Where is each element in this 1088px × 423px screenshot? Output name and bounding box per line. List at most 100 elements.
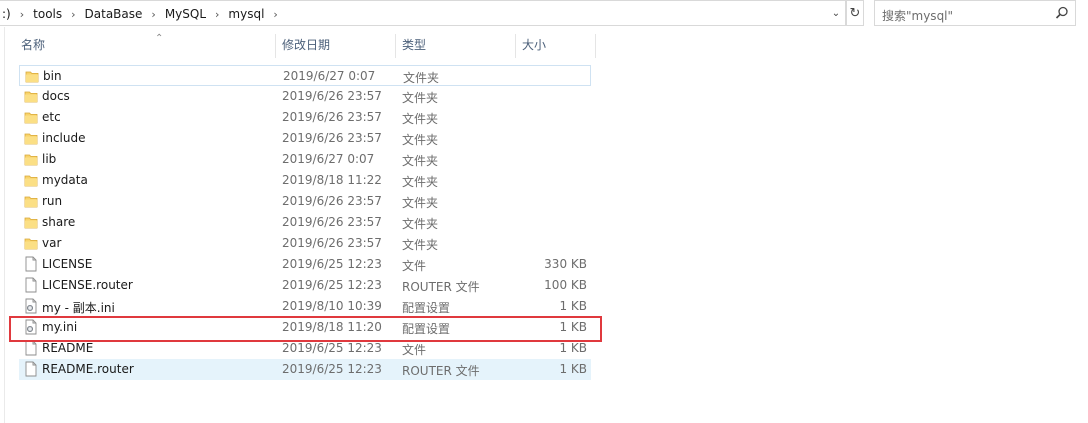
file-type: 文件夹 (402, 217, 439, 231)
column-header-type-label: 类型 (402, 38, 427, 52)
column-header-size[interactable]: 大小 (516, 34, 596, 58)
file-type: 文件夹 (402, 154, 439, 168)
file-name: my - 副本.ini (42, 301, 115, 315)
file-modified-date: 2019/6/26 23:57 (282, 236, 382, 250)
folder-icon (25, 68, 39, 84)
folder-icon (24, 88, 38, 104)
file-type: 文件夹 (402, 238, 439, 252)
file-modified-date: 2019/8/10 10:39 (282, 299, 382, 313)
file-modified-date: 2019/6/27 0:07 (282, 152, 375, 166)
breadcrumb-separator-icon[interactable]: › (208, 8, 226, 21)
file-name: LICENSE (42, 257, 93, 271)
file-type: 文件夹 (402, 175, 439, 189)
column-header-name-label: 名称 (21, 38, 46, 52)
file-row[interactable]: lib 2019/6/27 0:07 文件夹 (19, 149, 591, 170)
search-box[interactable]: 搜索"mysql" (874, 0, 1076, 26)
file-modified-date: 2019/6/26 23:57 (282, 110, 382, 124)
folder-icon (24, 109, 38, 125)
file-size: 1 KB (559, 299, 587, 313)
file-row[interactable]: var 2019/6/26 23:57 文件夹 (19, 233, 591, 254)
folder-icon (24, 130, 38, 146)
file-name: LICENSE.router (42, 278, 133, 292)
settings-file-icon (24, 298, 38, 314)
file-type: 文件夹 (403, 71, 440, 85)
file-row[interactable]: LICENSE.router 2019/6/25 12:23 ROUTER 文件 10… (19, 275, 591, 296)
folder-icon (24, 172, 38, 188)
file-modified-date: 2019/6/26 23:57 (282, 194, 382, 208)
file-name: run (42, 194, 63, 208)
file-row[interactable]: docs 2019/6/26 23:57 文件夹 (19, 86, 591, 107)
file-name: README (42, 341, 94, 355)
sort-ascending-icon: ⌃ (155, 33, 164, 44)
folder-icon (24, 235, 38, 251)
annotation-highlight-box (9, 316, 602, 342)
file-type: 文件夹 (402, 196, 439, 210)
folder-icon (24, 151, 38, 167)
file-icon (24, 361, 38, 377)
file-name: bin (43, 69, 62, 83)
navigation-pane-edge (0, 27, 5, 423)
address-bar[interactable]: :) › tools › DataBase › MySQL › mysql › … (0, 0, 846, 26)
column-header-size-label: 大小 (522, 38, 547, 52)
file-row[interactable]: my - 副本.ini 2019/8/10 10:39 配置设置 1 KB (19, 296, 591, 317)
breadcrumb-item-mysql[interactable]: mysql (226, 7, 266, 21)
column-header-date-label: 修改日期 (282, 38, 331, 52)
file-modified-date: 2019/6/25 12:23 (282, 278, 382, 292)
file-row[interactable]: share 2019/6/26 23:57 文件夹 (19, 212, 591, 233)
file-type: 文件夹 (402, 133, 439, 147)
file-modified-date: 2019/6/26 23:57 (282, 131, 382, 145)
file-type: 文件夹 (402, 112, 439, 126)
breadcrumb-separator-icon[interactable]: › (144, 8, 162, 21)
file-type: ROUTER 文件 (402, 280, 480, 294)
refresh-icon[interactable]: ↻ (846, 0, 864, 26)
file-type: 文件夹 (402, 91, 439, 105)
file-name: mydata (42, 173, 88, 187)
folder-icon (24, 214, 38, 230)
file-row[interactable]: run 2019/6/26 23:57 文件夹 (19, 191, 591, 212)
breadcrumb-item-mysql-parent[interactable]: MySQL (163, 7, 208, 21)
chevron-down-icon[interactable]: ⌄ (826, 1, 845, 25)
breadcrumb-item-tools[interactable]: tools (31, 7, 64, 21)
column-header-date[interactable]: 修改日期 (276, 34, 396, 58)
file-row[interactable]: bin 2019/6/27 0:07 文件夹 (19, 65, 591, 86)
column-header-name[interactable]: 名称 ⌃ (15, 33, 276, 58)
file-modified-date: 2019/8/18 11:22 (282, 173, 382, 187)
file-row[interactable]: include 2019/6/26 23:57 文件夹 (19, 128, 591, 149)
file-name: etc (42, 110, 61, 124)
search-input[interactable]: 搜索"mysql" (882, 7, 953, 24)
file-row[interactable]: LICENSE 2019/6/25 12:23 文件 330 KB (19, 254, 591, 275)
file-size: 330 KB (544, 257, 587, 271)
breadcrumb-separator-icon[interactable]: › (64, 8, 82, 21)
column-header-type[interactable]: 类型 (396, 34, 516, 58)
folder-icon (24, 193, 38, 209)
breadcrumb-item-database[interactable]: DataBase (83, 7, 145, 21)
file-modified-date: 2019/6/27 0:07 (283, 69, 376, 83)
file-modified-date: 2019/6/25 12:23 (282, 341, 382, 355)
file-name: include (42, 131, 86, 145)
file-row[interactable]: README.router 2019/6/25 12:23 ROUTER 文件 1 K… (19, 359, 591, 380)
breadcrumb-separator-icon[interactable]: › (13, 8, 31, 21)
file-icon (24, 256, 38, 272)
file-size: 1 KB (559, 362, 587, 376)
file-modified-date: 2019/6/25 12:23 (282, 257, 382, 271)
file-modified-date: 2019/6/26 23:57 (282, 215, 382, 229)
file-name: docs (42, 89, 70, 103)
search-icon[interactable] (1055, 6, 1069, 20)
file-name: var (42, 236, 62, 250)
file-icon (24, 340, 38, 356)
breadcrumb-item-root[interactable]: :) (0, 7, 13, 21)
file-row[interactable]: etc 2019/6/26 23:57 文件夹 (19, 107, 591, 128)
file-type: ROUTER 文件 (402, 364, 480, 378)
file-modified-date: 2019/6/25 12:23 (282, 362, 382, 376)
file-icon (24, 277, 38, 293)
breadcrumb: :) › tools › DataBase › MySQL › mysql › (0, 6, 285, 22)
breadcrumb-separator-icon[interactable]: › (266, 8, 284, 21)
file-type: 文件 (402, 259, 427, 273)
file-name: lib (42, 152, 57, 166)
file-size: 100 KB (544, 278, 587, 292)
file-row[interactable]: mydata 2019/8/18 11:22 文件夹 (19, 170, 591, 191)
file-modified-date: 2019/6/26 23:57 (282, 89, 382, 103)
file-name: README.router (42, 362, 134, 376)
file-name: share (42, 215, 76, 229)
file-type: 文件 (402, 343, 427, 357)
